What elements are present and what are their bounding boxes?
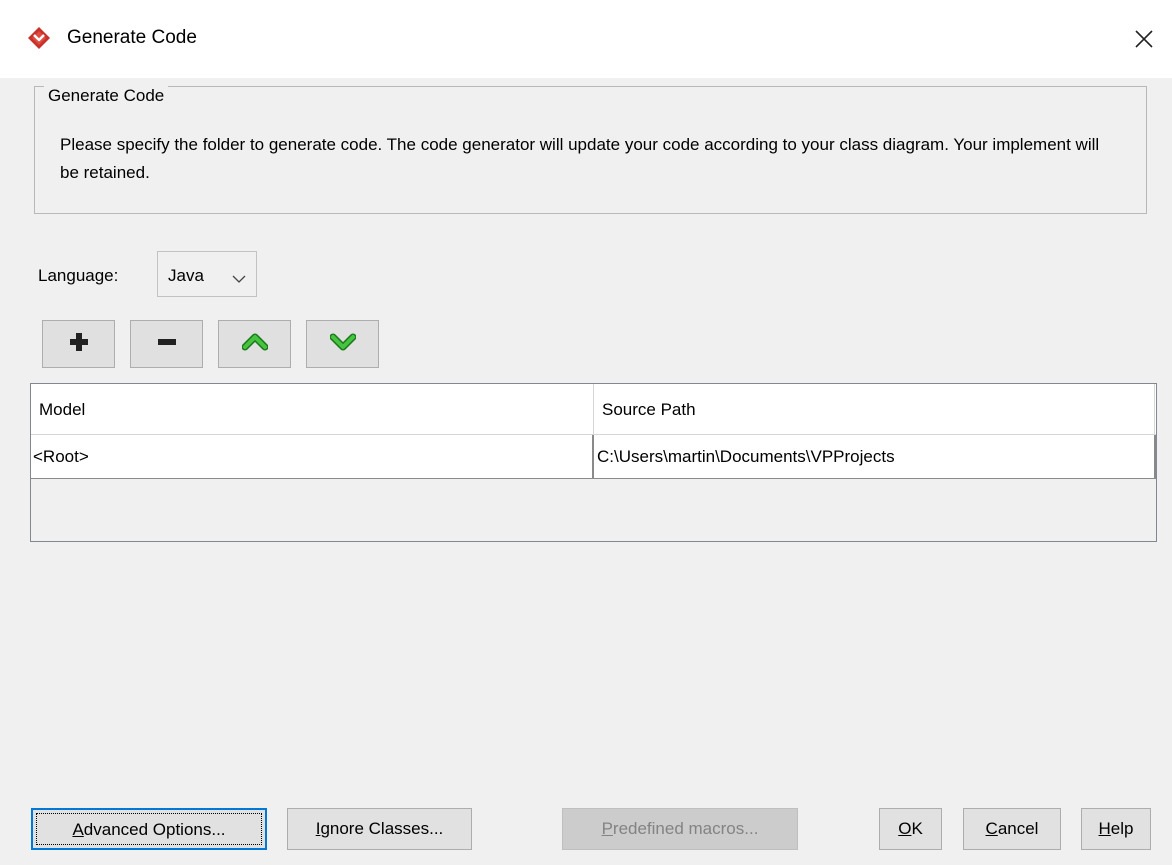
move-down-button[interactable] (306, 320, 379, 368)
group-description: Please specify the folder to generate co… (60, 135, 1100, 182)
column-divider (593, 384, 594, 434)
title-bar: Generate Code (0, 0, 1172, 79)
cell-source-path[interactable]: C:\Users\martin\Documents\VPProjects (597, 435, 895, 478)
language-select[interactable]: Java (157, 251, 257, 297)
generate-code-dialog: Generate Code Generate Code Please speci… (0, 0, 1172, 865)
add-button[interactable] (42, 320, 115, 368)
help-button[interactable]: Help (1081, 808, 1151, 850)
cell-divider (592, 435, 594, 478)
cancel-button[interactable]: Cancel (963, 808, 1061, 850)
window-title: Generate Code (67, 27, 197, 48)
table-header: Model Source Path (31, 384, 1156, 435)
advanced-options-label: Advanced Options... (72, 820, 226, 839)
close-button[interactable] (1116, 0, 1172, 78)
advanced-options-button[interactable]: Advanced Options... (31, 808, 267, 850)
column-divider (1154, 384, 1155, 434)
predefined-macros-label: Predefined macros... (601, 819, 759, 838)
close-icon (1134, 29, 1154, 49)
ok-button[interactable]: OK (879, 808, 942, 850)
cell-divider (1154, 435, 1156, 478)
column-header-model[interactable]: Model (39, 384, 85, 434)
move-up-button[interactable] (218, 320, 291, 368)
cell-model[interactable]: <Root> (33, 435, 89, 478)
group-title: Generate Code (44, 86, 169, 106)
chevron-up-icon (241, 332, 268, 357)
ignore-classes-button[interactable]: Ignore Classes... (287, 808, 472, 850)
column-header-source-path[interactable]: Source Path (602, 384, 696, 434)
language-label: Language: (38, 266, 119, 285)
minus-icon (156, 331, 178, 358)
predefined-macros-button[interactable]: Predefined macros... (562, 808, 798, 850)
plus-icon (68, 331, 90, 358)
source-path-table: Model Source Path <Root> C:\Users\martin… (30, 383, 1157, 542)
remove-button[interactable] (130, 320, 203, 368)
language-selected-value: Java (168, 266, 204, 285)
chevron-down-icon (232, 269, 246, 289)
table-row[interactable]: <Root> C:\Users\martin\Documents\VPProje… (31, 435, 1156, 479)
app-icon (27, 26, 51, 50)
cancel-label: Cancel (985, 819, 1039, 838)
ignore-classes-label: Ignore Classes... (315, 819, 444, 838)
chevron-down-icon (329, 332, 356, 357)
help-label: Help (1098, 819, 1134, 838)
ok-label: OK (898, 819, 923, 838)
